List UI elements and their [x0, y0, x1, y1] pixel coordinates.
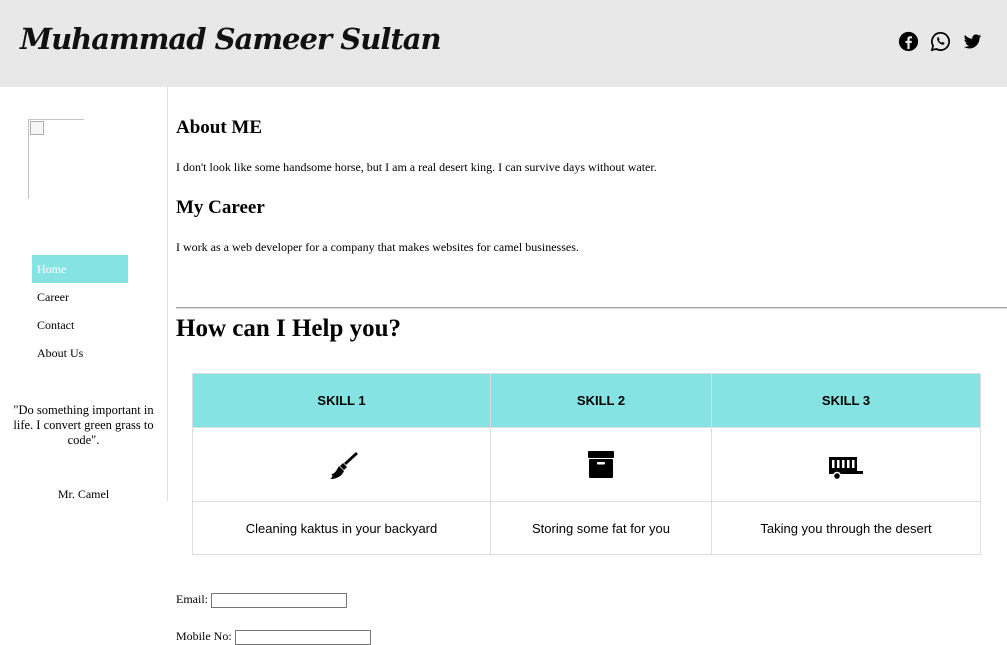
mobile-row: Mobile No: — [176, 629, 371, 645]
trailer-icon — [828, 450, 864, 480]
career-heading: My Career — [176, 197, 265, 218]
mobile-field[interactable] — [234, 629, 371, 645]
skills-table: SKILL 1 SKILL 2 SKILL 3 Cleaning kaktus … — [192, 373, 981, 555]
whatsapp-icon[interactable] — [930, 31, 951, 52]
help-heading: How can I Help you? — [176, 315, 402, 342]
career-text: I work as a web developer for a company … — [176, 240, 579, 254]
site-title: Muhammad Sameer Sultan — [20, 22, 442, 56]
about-heading: About ME — [176, 117, 263, 138]
mobile-label: Mobile No: — [176, 629, 232, 643]
skill-title: SKILL 2 — [490, 373, 712, 428]
twitter-icon[interactable] — [962, 31, 983, 52]
archive-box-icon — [583, 450, 619, 480]
social-links — [898, 31, 983, 52]
email-row: Email: — [176, 592, 347, 608]
site-header: Muhammad Sameer Sultan — [0, 0, 1007, 87]
about-text: I don't look like some handsome horse, b… — [176, 160, 657, 174]
skills-description-row: Cleaning kaktus in your backyard Storing… — [192, 501, 981, 555]
nav-item-career[interactable]: Career — [32, 283, 128, 311]
section-divider — [176, 307, 1007, 309]
skill-title: SKILL 1 — [192, 373, 491, 428]
broken-image-icon — [30, 121, 44, 135]
facebook-icon[interactable] — [898, 31, 919, 52]
nav-item-about-us[interactable]: About Us — [32, 339, 128, 367]
quote-author: Mr. Camel — [57, 487, 110, 501]
sidebar-nav: Home Career Contact About Us — [32, 255, 128, 367]
skill-title: SKILL 3 — [711, 373, 981, 428]
sidebar: Home Career Contact About Us "Do somethi… — [0, 87, 168, 501]
skill-description: Cleaning kaktus in your backyard — [192, 501, 491, 555]
sidebar-quote: "Do something important in life. I conve… — [13, 403, 154, 447]
skill-description: Taking you through the desert — [711, 501, 981, 555]
email-label: Email: — [176, 592, 208, 606]
skills-icon-row — [192, 427, 981, 502]
nav-item-contact[interactable]: Contact — [32, 311, 128, 339]
broom-icon — [324, 450, 360, 480]
avatar-image — [28, 119, 84, 199]
email-field[interactable] — [211, 592, 347, 608]
nav-item-home[interactable]: Home — [32, 255, 128, 283]
skills-header-row: SKILL 1 SKILL 2 SKILL 3 — [192, 373, 981, 428]
skill-description: Storing some fat for you — [490, 501, 712, 555]
